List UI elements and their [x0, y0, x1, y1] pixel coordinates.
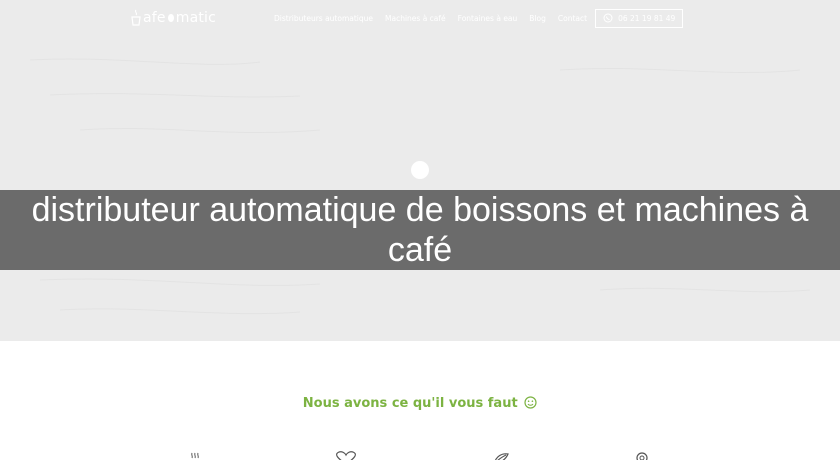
hero-title-band: distributeur automatique de boissons et … — [0, 190, 840, 270]
leaf-icon — [494, 453, 509, 460]
hero-banner: afe matic Distributeurs automatique Mach… — [0, 0, 840, 341]
logo-bean-icon — [167, 14, 174, 22]
nav-contact[interactable]: Contact — [558, 14, 587, 23]
tagline-text: Nous avons ce qu'il vous faut — [302, 396, 518, 411]
location-icon — [636, 452, 648, 460]
logo-text-part1: afe — [143, 10, 166, 26]
slider-bullet[interactable] — [411, 161, 429, 179]
heart-icon — [336, 451, 356, 460]
nav-machines-cafe[interactable]: Machines à café — [385, 14, 446, 23]
main-navigation: Distributeurs automatique Machines à caf… — [274, 8, 684, 28]
whatsapp-icon — [603, 13, 613, 23]
nav-blog[interactable]: Blog — [529, 14, 546, 23]
section-tagline: Nous avons ce qu'il vous faut — [0, 396, 840, 411]
phone-button[interactable]: 06 21 19 81 49 — [595, 8, 684, 28]
logo-text-part2: matic — [175, 10, 217, 26]
phone-number: 06 21 19 81 49 — [618, 13, 676, 23]
hero-title: distributeur automatique de boissons et … — [31, 191, 809, 269]
coffee-cup-icon — [191, 452, 199, 459]
site-logo[interactable]: afe matic — [130, 6, 216, 30]
nav-fontaines[interactable]: Fontaines à eau — [458, 14, 518, 23]
smiley-icon — [524, 396, 537, 409]
nav-distributeurs[interactable]: Distributeurs automatique — [274, 14, 373, 23]
logo-cup-icon — [131, 9, 141, 26]
